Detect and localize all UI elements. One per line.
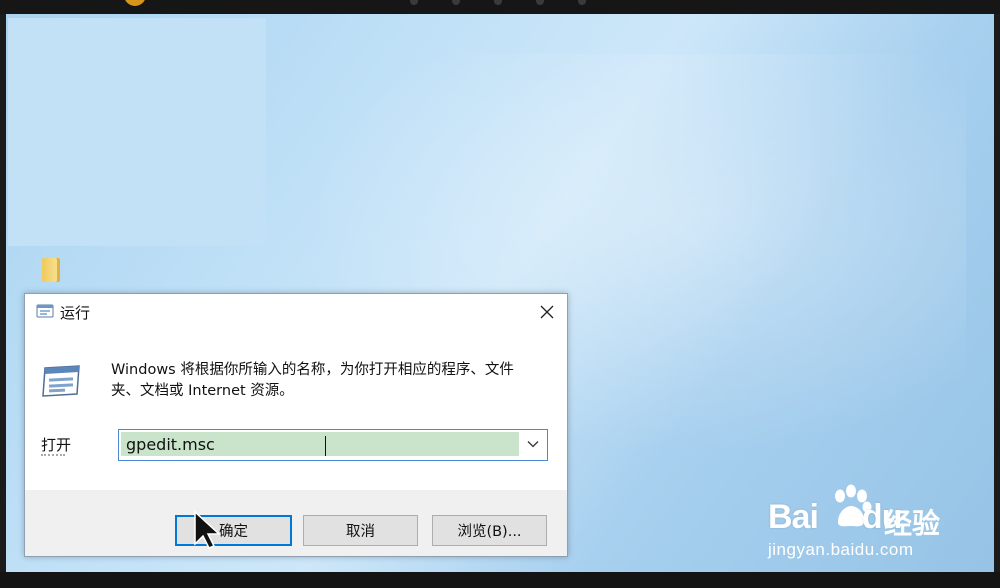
baidu-jingyan-text: 经验 <box>884 507 941 540</box>
top-bar <box>0 0 1000 14</box>
baidu-watermark: Bai du 经验 jingyan.baidu.com <box>768 484 968 564</box>
desktop-pale-region <box>8 18 266 246</box>
open-label: 打开 <box>41 436 72 454</box>
mouse-pointer-icon <box>194 510 221 549</box>
chevron-down-icon <box>527 441 539 448</box>
dropdown-button[interactable] <box>523 434 543 454</box>
text-caret <box>325 436 326 456</box>
description-line-1: Windows 将根据你所输入的名称，为你打开相应的程序、文件 <box>111 362 514 378</box>
bottom-bar <box>0 572 1000 588</box>
open-input-value: gpedit.msc <box>126 435 215 454</box>
app-icon <box>124 0 146 6</box>
cancel-button[interactable]: 取消 <box>303 515 418 546</box>
baidu-brand: Bai du <box>768 498 902 536</box>
run-large-icon <box>42 365 80 397</box>
dialog-title: 运行 <box>60 304 91 322</box>
folder-icon[interactable] <box>42 258 60 282</box>
open-input[interactable]: gpedit.msc <box>121 432 519 456</box>
dialog-description: Windows 将根据你所输入的名称，为你打开相应的程序、文件 夹、文档或 In… <box>111 360 551 402</box>
open-combobox[interactable]: gpedit.msc <box>118 429 548 461</box>
run-icon <box>36 304 54 318</box>
dialog-titlebar[interactable]: 运行 <box>25 294 567 330</box>
close-icon <box>540 305 554 319</box>
browse-button[interactable]: 浏览(B)... <box>432 515 547 546</box>
dialog-footer: 确定 取消 浏览(B)... <box>25 490 567 556</box>
run-dialog: 运行 Windows 将根据你所输入的名称，为你打开相应的程序、文件 夹、文档或… <box>24 293 568 557</box>
description-line-2: 夹、文档或 Internet 资源。 <box>111 383 294 399</box>
top-bar-dots <box>410 0 590 6</box>
close-button[interactable] <box>529 296 565 328</box>
baidu-url: jingyan.baidu.com <box>768 540 914 559</box>
